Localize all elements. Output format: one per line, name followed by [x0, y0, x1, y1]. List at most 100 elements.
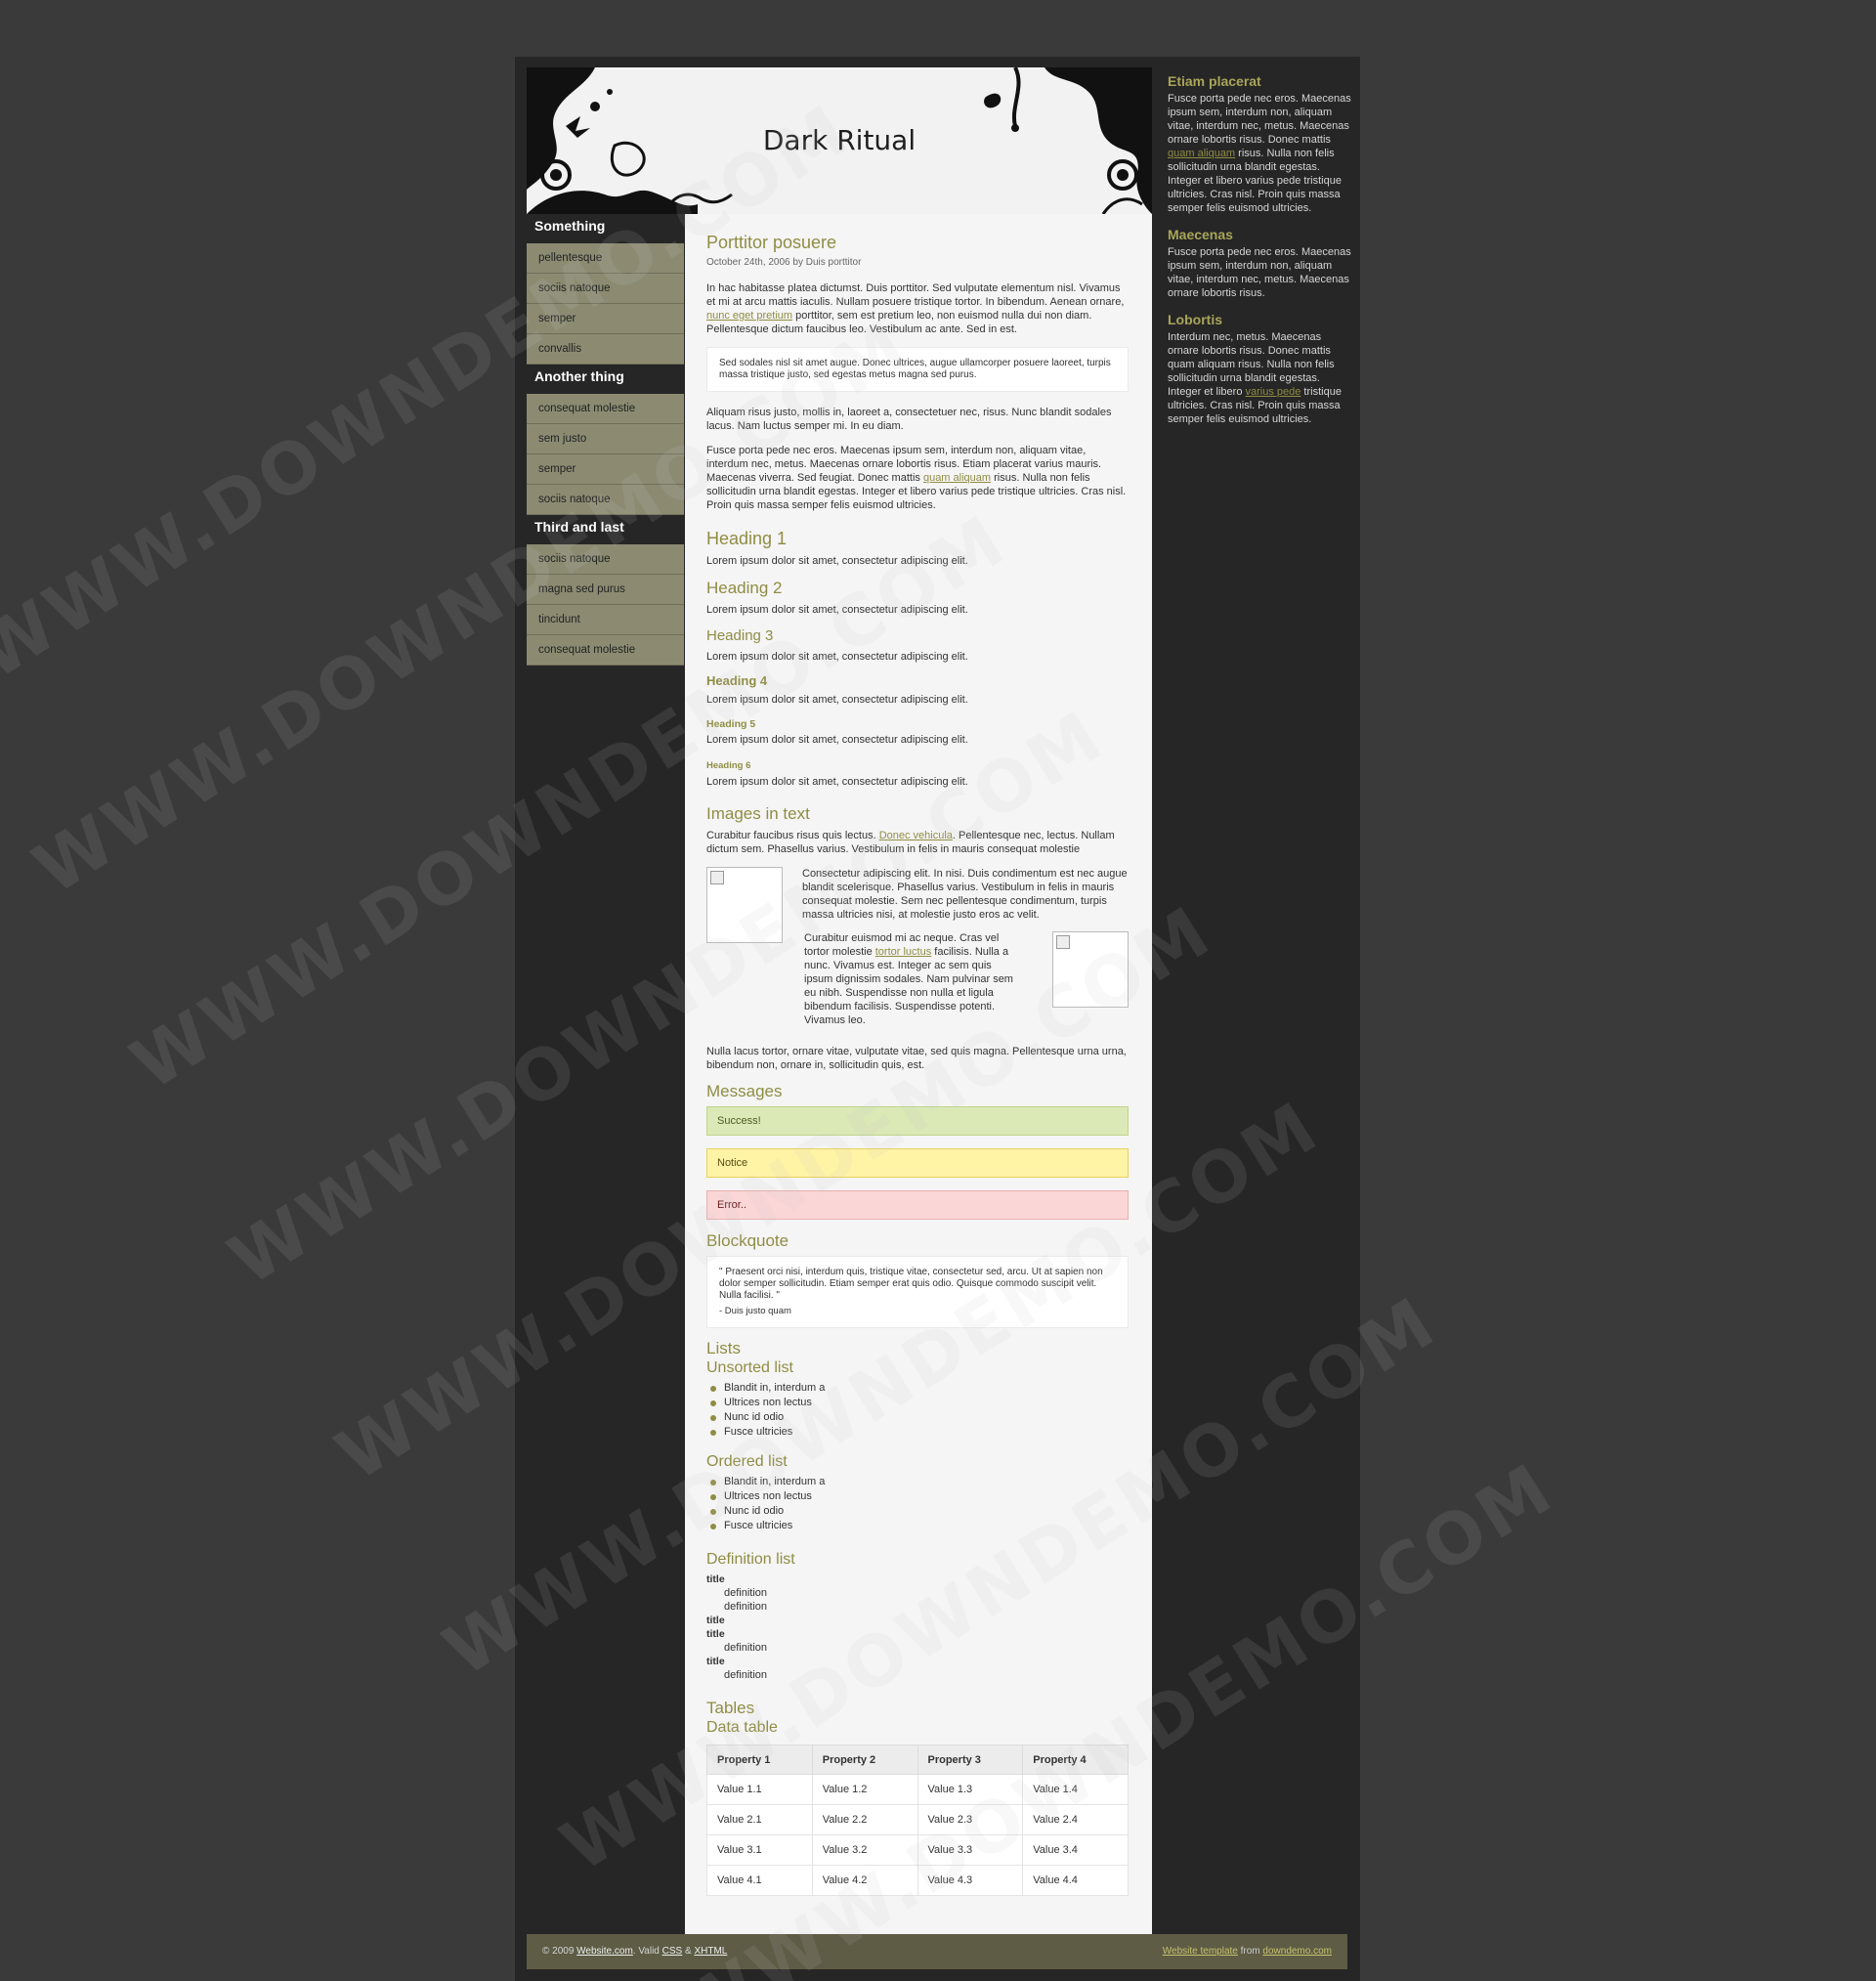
inline-link[interactable]: nunc eget pretium: [706, 310, 792, 322]
table-cell: Value 1.1: [706, 1774, 813, 1805]
nav-item-magna-sed-purus[interactable]: magna sed purus: [527, 575, 684, 605]
definition-term: title: [706, 1615, 725, 1626]
footer-credit: Website template from downdemo.com: [1163, 1934, 1332, 1969]
sidebar-text: Interdum nec, metus. Maecenas ornare lob…: [1168, 330, 1351, 426]
footer-downdemo-link[interactable]: downdemo.com: [1262, 1946, 1332, 1957]
heading-text: Lorem ipsum dolor sit amet, consectetur …: [706, 776, 968, 788]
heading-3: Heading 3: [706, 627, 774, 644]
heading-5: Heading 5: [706, 718, 756, 730]
table-cell: Value 3.4: [1022, 1834, 1129, 1866]
definition-description: definition: [724, 1669, 768, 1681]
table-cell: Value 2.4: [1022, 1804, 1129, 1835]
nav-item-sociis-natoque[interactable]: sociis natoque: [527, 274, 684, 304]
inline-link[interactable]: quam aliquam: [923, 472, 991, 484]
nav-item-consequat-molestie[interactable]: consequat molestie: [527, 635, 684, 666]
text: Curabitur faucibus risus quis lectus.: [706, 830, 879, 841]
definition-term: title: [706, 1573, 725, 1585]
heading-2: Heading 2: [706, 579, 783, 597]
list-item: Fusce ultricies: [706, 1519, 1129, 1533]
heading-6: Heading 6: [706, 760, 751, 771]
inline-link[interactable]: tortor luctus: [875, 946, 931, 958]
data-table-title: Data table: [706, 1719, 778, 1736]
sidebar-text: Fusce porta pede nec eros. Maecenas ipsu…: [1168, 246, 1351, 299]
post-paragraph: In hac habitasse platea dictumst. Duis p…: [706, 281, 1129, 336]
list-item: Fusce ultricies: [706, 1425, 1129, 1440]
broken-image-icon: [1056, 935, 1070, 949]
blockquote-section-title: Blockquote: [706, 1231, 789, 1250]
images-section-title: Images in text: [706, 804, 810, 823]
image-placeholder-right: [1052, 931, 1129, 1008]
main-content: Porttitor posuere October 24th, 2006 by …: [685, 214, 1152, 1938]
sidebar-title-lobortis: Lobortis: [1168, 312, 1222, 327]
definition-term: title: [706, 1628, 725, 1640]
table-row: Value 3.1 Value 3.2 Value 3.3 Value 3.4: [706, 1834, 1129, 1866]
table-cell: Value 4.3: [917, 1865, 1024, 1896]
list-item: Ultrices non lectus: [706, 1489, 1129, 1504]
definition-term: title: [706, 1656, 725, 1667]
footer-text: from: [1237, 1946, 1263, 1957]
list-item: Nunc id odio: [706, 1504, 1129, 1519]
floral-ornament-right-icon: [984, 67, 1152, 214]
error-message: Error..: [706, 1190, 1129, 1220]
nav-item-convallis[interactable]: convallis: [527, 334, 684, 365]
nav-item-consequat-molestie[interactable]: consequat molestie: [527, 394, 684, 424]
nav-item-semper[interactable]: semper: [527, 304, 684, 334]
sidebar-title-etiam-placerat: Etiam placerat: [1168, 73, 1261, 89]
heading-4: Heading 4: [706, 673, 768, 688]
post-paragraph: Fusce porta pede nec eros. Maecenas ipsu…: [706, 444, 1129, 512]
tables-section-title: Tables: [706, 1699, 755, 1717]
footer-text: . Valid: [632, 1946, 662, 1957]
heading-text: Lorem ipsum dolor sit amet, consectetur …: [706, 555, 968, 567]
table-cell: Value 3.3: [917, 1834, 1024, 1866]
table-header: Property 4: [1022, 1744, 1129, 1775]
images-paragraph: Curabitur faucibus risus quis lectus. Do…: [706, 829, 1129, 856]
nav-item-semper[interactable]: semper: [527, 454, 684, 485]
table-cell: Value 3.2: [811, 1834, 918, 1866]
footer-xhtml-link[interactable]: XHTML: [694, 1946, 727, 1957]
images-paragraph: Nulla lacus tortor, ornare vitae, vulput…: [706, 1046, 1127, 1071]
footer-css-link[interactable]: CSS: [662, 1946, 683, 1957]
unsorted-list: Blandit in, interdum a Ultrices non lect…: [706, 1381, 1129, 1440]
notice-message: Notice: [706, 1148, 1129, 1178]
ordered-list-title: Ordered list: [706, 1453, 788, 1470]
list-item: Ultrices non lectus: [706, 1396, 1129, 1410]
footer-site-link[interactable]: Website.com: [576, 1946, 633, 1957]
table-row: Value 4.1 Value 4.2 Value 4.3 Value 4.4: [706, 1865, 1129, 1896]
table-row: Value 1.1 Value 1.2 Value 1.3 Value 1.4: [706, 1774, 1129, 1805]
table-cell: Value 1.3: [917, 1774, 1024, 1805]
table-cell: Value 4.4: [1022, 1865, 1129, 1896]
sidebar-link[interactable]: quam aliquam: [1168, 148, 1235, 159]
nav-heading-another-thing: Another thing: [527, 365, 684, 394]
blockquote: " Praesent orci nisi, interdum quis, tri…: [706, 1256, 1129, 1328]
sidebar-title-maecenas: Maecenas: [1168, 227, 1233, 242]
heading-text: Lorem ipsum dolor sit amet, consectetur …: [706, 651, 968, 663]
post-title[interactable]: Porttitor posuere: [706, 233, 1129, 252]
definition-description: definition: [724, 1642, 768, 1654]
post-meta: October 24th, 2006 by Duis porttitor: [706, 257, 862, 268]
left-navigation: Something pellentesque sociis natoque se…: [527, 214, 684, 666]
nav-item-sociis-natoque[interactable]: sociis natoque: [527, 485, 684, 515]
list-item: Nunc id odio: [706, 1410, 1129, 1425]
post-paragraph: Aliquam risus justo, mollis in, laoreet …: [706, 407, 1112, 432]
table-header: Property 1: [706, 1744, 813, 1775]
table-cell: Value 3.1: [706, 1834, 813, 1866]
nav-item-sociis-natoque[interactable]: sociis natoque: [527, 544, 684, 575]
sidebar-link[interactable]: varius pede: [1246, 386, 1301, 398]
broken-image-icon: [710, 871, 724, 884]
heading-text: Lorem ipsum dolor sit amet, consectetur …: [706, 694, 968, 706]
nav-heading-third-and-last: Third and last: [527, 515, 684, 544]
definition-description: definition: [724, 1601, 768, 1613]
list-item: Blandit in, interdum a: [706, 1381, 1129, 1396]
table-header: Property 3: [917, 1744, 1024, 1775]
nav-item-tincidunt[interactable]: tincidunt: [527, 605, 684, 635]
footer-copyright: © 2009: [542, 1946, 577, 1957]
inline-link[interactable]: Donec vehicula: [879, 830, 953, 841]
text: In hac habitasse platea dictumst. Duis p…: [706, 282, 1125, 308]
site-header: Dark Ritual: [527, 67, 1152, 214]
nav-item-pellentesque[interactable]: pellentesque: [527, 243, 684, 274]
heading-text: Lorem ipsum dolor sit amet, consectetur …: [706, 604, 968, 616]
lists-section-title: Lists: [706, 1339, 741, 1357]
nav-item-sem-justo[interactable]: sem justo: [527, 424, 684, 454]
messages-section-title: Messages: [706, 1082, 783, 1100]
footer-template-link[interactable]: Website template: [1163, 1946, 1238, 1957]
